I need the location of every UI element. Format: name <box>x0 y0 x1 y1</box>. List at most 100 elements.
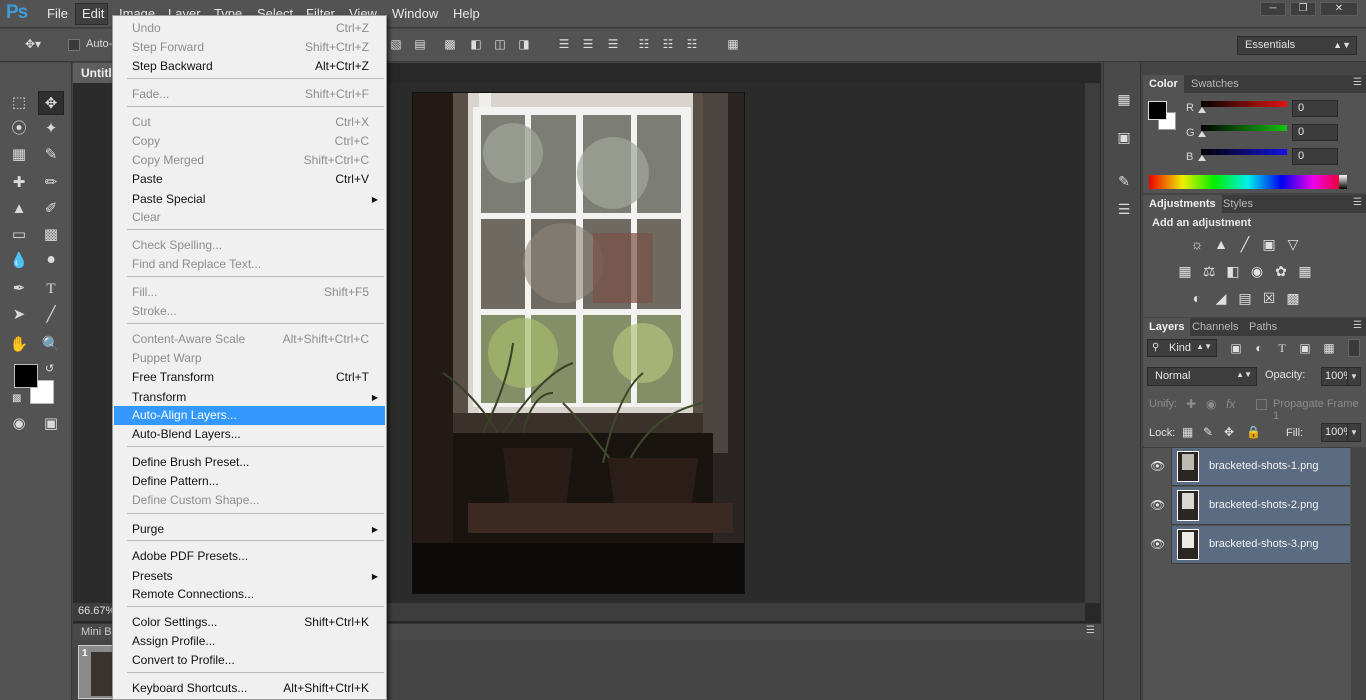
photo-filter-icon[interactable]: ◉ <box>1248 262 1266 280</box>
tab-color[interactable]: Color <box>1143 75 1184 93</box>
selective-color-icon[interactable]: ☒ <box>1260 289 1278 307</box>
hand-tool-icon[interactable]: ✋ <box>6 333 32 357</box>
kind-filter-select[interactable]: ⚲ Kind ▲▼ <box>1147 339 1217 357</box>
edit-menu-item[interactable]: Step Backward Alt+Ctrl+Z <box>114 57 385 76</box>
posterize-icon[interactable]: ◢ <box>1212 289 1230 307</box>
edit-menu-item[interactable]: Assign Profile... <box>114 632 385 651</box>
b-slider[interactable] <box>1198 149 1287 161</box>
move-tool-preset-icon[interactable]: ✥▾ <box>22 37 44 51</box>
edit-menu-item[interactable]: Paste Special ▶ <box>114 190 385 209</box>
edit-menu-item[interactable]: Find and Replace Text... <box>114 255 385 274</box>
visibility-eye-icon[interactable]: 👁 <box>1150 498 1165 512</box>
gradient-tool-icon[interactable]: ▩ <box>38 223 64 247</box>
distribute-left-icon[interactable]: ☷ <box>636 37 652 51</box>
edit-menu-item[interactable]: Presets ▶ <box>114 567 385 586</box>
edit-menu-item[interactable]: Define Brush Preset... <box>114 453 385 472</box>
threshold-icon[interactable]: ▤ <box>1236 289 1254 307</box>
layers-panel-menu-icon[interactable]: ☰ <box>1353 320 1362 331</box>
edit-menu-item[interactable]: Purge ▶ <box>114 520 385 539</box>
screen-mode-icon[interactable]: ▣ <box>38 412 64 436</box>
edit-menu-item[interactable]: Color Settings... Shift+Ctrl+K <box>114 613 385 632</box>
r-value-field[interactable]: 0 <box>1292 100 1338 117</box>
color-lookup-icon[interactable]: ▦ <box>1296 262 1314 280</box>
propagate-checkbox[interactable] <box>1256 399 1267 410</box>
gradient-map-icon[interactable]: ▩ <box>1284 289 1302 307</box>
lock-transparent-icon[interactable]: ▦ <box>1182 425 1193 439</box>
edit-menu-item[interactable]: Undo Ctrl+Z <box>114 19 385 38</box>
align-top-icon[interactable]: ▧ <box>388 37 404 51</box>
hue-saturation-icon[interactable]: ▦ <box>1176 262 1194 280</box>
layers-scrollbar[interactable] <box>1351 447 1366 700</box>
color-fg-swatch[interactable] <box>1148 101 1167 120</box>
edit-menu-item[interactable]: Copy Merged Shift+Ctrl+C <box>114 151 385 170</box>
edit-menu-item[interactable]: Cut Ctrl+X <box>114 113 385 132</box>
layer-row[interactable]: 👁 bracketed-shots-2.png <box>1143 487 1350 525</box>
edit-menu-item[interactable]: Free Transform Ctrl+T <box>114 368 385 387</box>
edit-menu-item[interactable]: Copy Ctrl+C <box>114 132 385 151</box>
layer-name[interactable]: bracketed-shots-3.png <box>1209 538 1318 550</box>
zoom-tool-icon[interactable]: 🔍 <box>38 333 64 357</box>
tab-styles[interactable]: Styles <box>1217 195 1259 213</box>
lasso-tool-icon[interactable]: ⦿ <box>6 117 32 141</box>
brightness-icon[interactable]: ☼ <box>1188 235 1206 253</box>
menu-file[interactable]: File <box>47 6 68 21</box>
dodge-tool-icon[interactable]: ⚫ <box>38 249 64 273</box>
g-slider[interactable] <box>1198 125 1287 137</box>
edit-menu-item[interactable]: Adobe PDF Presets... <box>114 547 385 566</box>
marquee-tool-icon[interactable]: ⬚ <box>6 91 32 115</box>
edit-menu-item[interactable]: Check Spelling... <box>114 236 385 255</box>
edit-menu-item[interactable]: Convert to Profile... <box>114 651 385 670</box>
brush-presets-icon[interactable]: ☰ <box>1114 199 1134 219</box>
align-left-icon[interactable]: ◧ <box>468 37 484 51</box>
distribute-top-icon[interactable]: ☰ <box>556 37 572 51</box>
magic-wand-tool-icon[interactable]: ✦ <box>38 117 64 141</box>
align-bottom-icon[interactable]: ▩ <box>442 37 458 51</box>
lock-all-icon[interactable]: 🔒 <box>1246 425 1261 439</box>
adjustments-panel-menu-icon[interactable]: ☰ <box>1353 197 1362 208</box>
edit-menu-item[interactable]: Define Custom Shape... <box>114 491 385 510</box>
channel-mixer-icon[interactable]: ✿ <box>1272 262 1290 280</box>
lock-position-icon[interactable]: ✥ <box>1224 425 1234 439</box>
opacity-dropdown-icon[interactable]: ▼ <box>1347 367 1361 386</box>
mini-bridge-label[interactable]: Mini B <box>81 626 112 638</box>
filter-type-icon[interactable]: T <box>1273 339 1291 357</box>
properties-panel-icon[interactable]: ▣ <box>1114 127 1134 147</box>
line-tool-icon[interactable]: ╱ <box>38 303 64 327</box>
edit-menu-item[interactable]: Transform ▶ <box>114 388 385 407</box>
eyedropper-tool-icon[interactable]: ✎ <box>38 143 64 167</box>
eraser-tool-icon[interactable]: ▭ <box>6 223 32 247</box>
menu-edit[interactable]: Edit <box>82 6 104 21</box>
fill-dropdown-icon[interactable]: ▼ <box>1347 423 1361 442</box>
b-value-field[interactable]: 0 <box>1292 148 1338 165</box>
align-hcenter-icon[interactable]: ◫ <box>492 37 508 51</box>
color-spectrum-bw[interactable] <box>1339 175 1347 189</box>
unify-visibility-icon[interactable]: ◉ <box>1206 397 1216 411</box>
align-vcenter-icon[interactable]: ▤ <box>412 37 428 51</box>
invert-icon[interactable]: ◐ <box>1188 289 1206 307</box>
mini-bridge-menu-icon[interactable]: ☰ <box>1086 625 1095 636</box>
curves-icon[interactable]: ╱ <box>1236 235 1254 253</box>
visibility-eye-icon[interactable]: 👁 <box>1150 537 1165 551</box>
blur-tool-icon[interactable]: 💧 <box>6 249 32 273</box>
filter-smart-object-icon[interactable]: ▦ <box>1320 339 1338 357</box>
layer-row[interactable]: 👁 bracketed-shots-1.png <box>1143 448 1350 486</box>
align-right-icon[interactable]: ◨ <box>516 37 532 51</box>
workspace-select[interactable]: Essentials ▲▼ <box>1237 36 1357 55</box>
tab-layers[interactable]: Layers <box>1143 318 1191 336</box>
exposure-icon[interactable]: ▣ <box>1260 235 1278 253</box>
crop-tool-icon[interactable]: ▦ <box>6 143 32 167</box>
color-panel-menu-icon[interactable]: ☰ <box>1353 77 1362 88</box>
clone-stamp-tool-icon[interactable]: ▲ <box>6 197 32 221</box>
slider-knob[interactable] <box>1198 107 1206 113</box>
slider-knob[interactable] <box>1198 155 1206 161</box>
tab-swatches[interactable]: Swatches <box>1185 75 1245 93</box>
color-spectrum[interactable] <box>1149 175 1347 189</box>
filter-shape-icon[interactable]: ▣ <box>1296 339 1314 357</box>
edit-menu-item[interactable]: Step Forward Shift+Ctrl+Z <box>114 38 385 57</box>
swap-colors-icon[interactable]: ↺ <box>45 362 54 375</box>
distribute-bottom-icon[interactable]: ☰ <box>605 37 621 51</box>
tab-adjustments[interactable]: Adjustments <box>1143 195 1222 213</box>
default-colors-icon[interactable]: ▩ <box>12 393 21 404</box>
vertical-scrollbar[interactable] <box>1085 83 1100 603</box>
type-tool-icon[interactable]: T <box>38 277 64 301</box>
